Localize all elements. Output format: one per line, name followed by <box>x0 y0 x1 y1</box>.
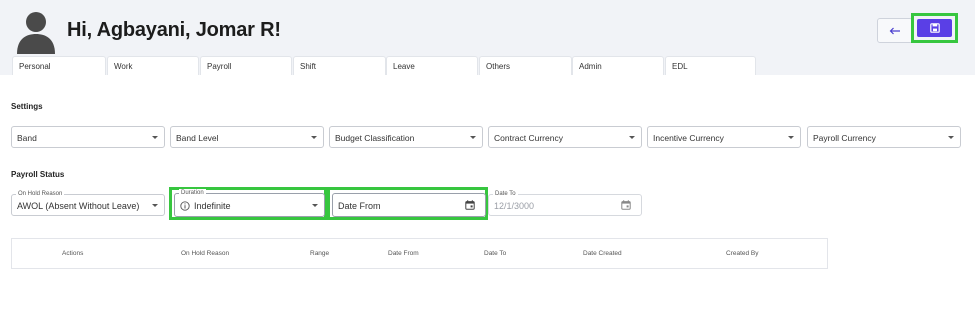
on-hold-reason-select[interactable]: On Hold Reason AWOL (Absent Without Leav… <box>11 190 165 216</box>
chevron-down-icon <box>470 136 476 139</box>
chevron-down-icon <box>312 204 318 207</box>
band-label: Band <box>17 133 37 143</box>
settings-title: Settings <box>11 102 43 111</box>
date-to-label: Date To <box>493 190 518 198</box>
chevron-down-icon <box>311 136 317 139</box>
tab-others[interactable]: Others <box>479 56 572 75</box>
save-button[interactable] <box>917 19 952 37</box>
save-icon <box>929 23 940 33</box>
column-header-on-hold-reason: On Hold Reason <box>181 250 230 257</box>
back-button[interactable] <box>877 18 913 43</box>
chevron-down-icon <box>948 136 954 139</box>
save-button-highlight <box>911 13 958 43</box>
date-to-value: 12/1/3000 <box>494 201 535 211</box>
column-header-range: Range <box>310 250 330 257</box>
column-header-date-created: Date Created <box>583 250 622 257</box>
calendar-icon <box>621 200 631 210</box>
band-select[interactable]: Band <box>11 126 165 148</box>
duration-value: Indefinite <box>194 201 231 211</box>
tab-edl[interactable]: EDL <box>665 56 756 75</box>
column-header-created-by: Created By <box>726 250 759 257</box>
payroll-currency-label: Payroll Currency <box>813 133 876 143</box>
greeting-title: Hi, Agbayani, Jomar R! <box>67 19 281 41</box>
chevron-down-icon <box>152 136 158 139</box>
tab-work[interactable]: Work <box>107 56 199 75</box>
on-hold-reason-label: On Hold Reason <box>16 190 65 198</box>
date-from-highlight: Date From <box>327 187 488 220</box>
tab-personal[interactable]: Personal <box>12 56 106 75</box>
date-from-input[interactable]: Date From <box>332 193 486 217</box>
tab-shift[interactable]: Shift <box>293 56 386 75</box>
info-icon <box>180 201 190 211</box>
budget-classification-label: Budget Classification <box>335 133 415 143</box>
duration-label: Duration <box>179 189 206 197</box>
column-header-actions: Actions <box>62 250 84 257</box>
incentive-currency-select[interactable]: Incentive Currency <box>647 126 801 148</box>
date-to-input[interactable]: Date To 12/1/3000 <box>488 190 642 216</box>
payroll-status-title: Payroll Status <box>11 170 65 179</box>
payroll-currency-select[interactable]: Payroll Currency <box>807 126 961 148</box>
contract-currency-select[interactable]: Contract Currency <box>488 126 642 148</box>
chevron-down-icon <box>152 204 158 207</box>
chevron-down-icon <box>629 136 635 139</box>
band-level-label: Band Level <box>176 133 219 143</box>
duration-highlight: Duration Indefinite <box>169 187 327 220</box>
budget-classification-select[interactable]: Budget Classification <box>329 126 483 148</box>
arrow-left-icon <box>889 27 900 34</box>
column-header-date-from: Date From <box>388 250 419 257</box>
contract-currency-label: Contract Currency <box>494 133 563 143</box>
date-from-placeholder: Date From <box>338 201 381 211</box>
profile-header: Hi, Agbayani, Jomar R! Personal Work Pay… <box>0 0 975 75</box>
on-hold-reason-value: AWOL (Absent Without Leave) <box>17 201 140 211</box>
column-header-date-to: Date To <box>484 250 507 257</box>
band-level-select[interactable]: Band Level <box>170 126 324 148</box>
calendar-icon <box>465 200 475 210</box>
duration-select[interactable]: Duration Indefinite <box>174 189 325 217</box>
tab-leave[interactable]: Leave <box>386 56 478 75</box>
tab-admin[interactable]: Admin <box>572 56 664 75</box>
payroll-status-table: Actions On Hold Reason Range Date From D… <box>11 238 828 269</box>
user-avatar-icon <box>17 12 55 54</box>
tab-payroll[interactable]: Payroll <box>200 56 292 75</box>
incentive-currency-label: Incentive Currency <box>653 133 724 143</box>
chevron-down-icon <box>788 136 794 139</box>
